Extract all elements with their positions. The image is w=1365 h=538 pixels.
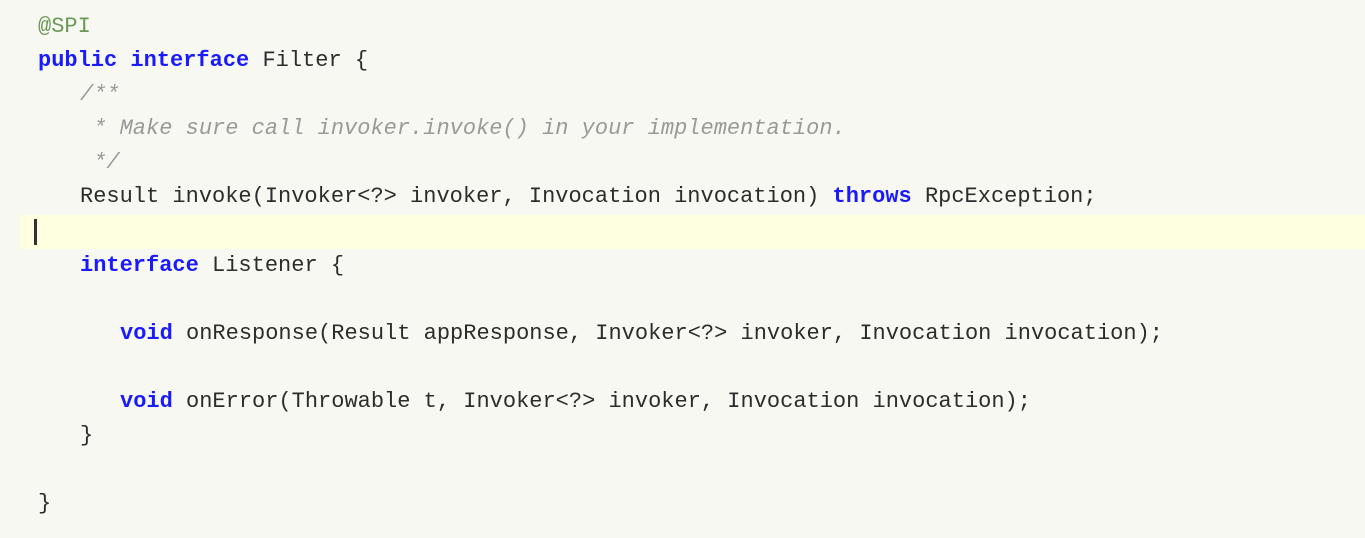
- line-9-empty: [20, 283, 1365, 317]
- code-editor: @SPI public interface Filter { /** * Mak…: [0, 0, 1365, 538]
- comment-body: * Make sure call invoker.invoke() in you…: [80, 112, 846, 146]
- line-13: }: [20, 419, 1365, 453]
- space-1: [117, 44, 130, 78]
- listener-decl: Listener {: [199, 249, 344, 283]
- line-4: * Make sure call invoker.invoke() in you…: [20, 112, 1365, 146]
- line-8: interface Listener {: [20, 249, 1365, 283]
- line-2: public interface Filter {: [20, 44, 1365, 78]
- line-6: Result invoke(Invoker<?> invoker, Invoca…: [20, 180, 1365, 214]
- keyword-void-error: void: [120, 385, 173, 419]
- rpc-exception: RpcException;: [912, 180, 1097, 214]
- inner-close-brace: }: [80, 419, 93, 453]
- on-error: onError(Throwable t, Invoker<?> invoker,…: [173, 385, 1031, 419]
- line-1: @SPI: [20, 10, 1365, 44]
- outer-close-brace: }: [38, 487, 51, 521]
- result-invoke: Result invoke(Invoker<?> invoker, Invoca…: [80, 180, 833, 214]
- annotation-spi: @SPI: [38, 10, 91, 44]
- line-5: */: [20, 146, 1365, 180]
- line-7-highlighted: [20, 215, 1365, 249]
- line-14-empty: [20, 453, 1365, 487]
- text-cursor: [34, 219, 37, 245]
- comment-start: /**: [80, 78, 120, 112]
- line-15: }: [20, 487, 1365, 521]
- keyword-public: public: [38, 44, 117, 78]
- keyword-interface-filter: interface: [130, 44, 249, 78]
- keyword-void-response: void: [120, 317, 173, 351]
- line-10: void onResponse(Result appResponse, Invo…: [20, 317, 1365, 351]
- keyword-interface-listener: interface: [80, 249, 199, 283]
- comment-end: */: [80, 146, 120, 180]
- filter-decl: Filter {: [249, 44, 368, 78]
- line-11-empty: [20, 351, 1365, 385]
- keyword-throws: throws: [833, 180, 912, 214]
- line-3: /**: [20, 78, 1365, 112]
- line-12: void onError(Throwable t, Invoker<?> inv…: [20, 385, 1365, 419]
- on-response: onResponse(Result appResponse, Invoker<?…: [173, 317, 1163, 351]
